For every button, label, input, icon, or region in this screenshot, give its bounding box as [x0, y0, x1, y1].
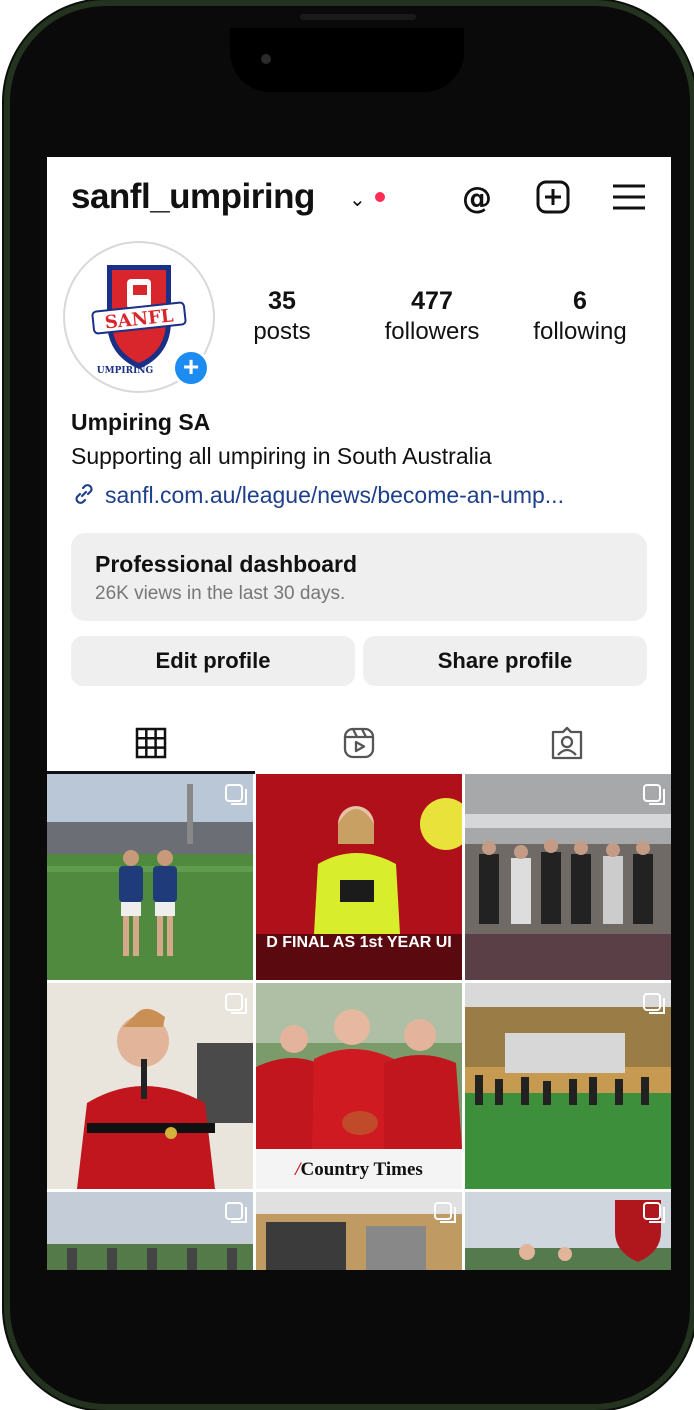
threads-icon[interactable]: @: [457, 177, 497, 217]
post-image-umpires-stadium: [47, 774, 253, 980]
followers-number: 477: [411, 287, 453, 315]
post-tile-8[interactable]: [256, 1192, 462, 1270]
post-image-oval: [47, 1192, 253, 1270]
post-tile-9[interactable]: [465, 1192, 671, 1270]
carousel-icon: [643, 784, 665, 805]
dashboard-subtitle: 26K views in the last 30 days.: [95, 583, 346, 604]
create-post-icon[interactable]: [533, 177, 573, 217]
carousel-icon: [643, 993, 665, 1014]
tab-posts-grid[interactable]: [47, 719, 255, 775]
profile-link-text: sanfl.com.au/league/news/become-an-ump..…: [105, 482, 564, 509]
username-switcher[interactable]: sanfl_umpiring: [71, 177, 315, 217]
grid-icon: [135, 727, 167, 759]
post-tile-4[interactable]: [47, 983, 253, 1189]
share-profile-button[interactable]: Share profile: [363, 636, 647, 686]
chevron-down-icon[interactable]: ⌄: [349, 187, 366, 212]
add-story-button[interactable]: +: [172, 349, 210, 387]
post-image-speech: [47, 983, 253, 1189]
post-image-team-photo: [465, 1192, 671, 1270]
post-tile-7[interactable]: [47, 1192, 253, 1270]
profile-tabs: [47, 719, 671, 775]
hamburger-menu-icon[interactable]: [609, 177, 649, 217]
professional-dashboard[interactable]: Professional dashboard 26K views in the …: [71, 533, 647, 621]
carousel-icon: [225, 993, 247, 1014]
tab-reels[interactable]: [255, 719, 463, 775]
carousel-icon: [225, 1202, 247, 1223]
tab-tagged[interactable]: [463, 719, 671, 775]
link-icon: [71, 481, 97, 513]
following-number: 6: [573, 287, 587, 315]
instagram-profile-screen: sanfl_umpiring ⌄ @ SANFL UMPIRING + 35 p…: [47, 157, 671, 1270]
earpiece-speaker: [300, 14, 416, 20]
post-image-indoor-hall: [465, 983, 671, 1189]
svg-text:@: @: [462, 181, 492, 216]
following-count[interactable]: 6 following: [505, 287, 655, 346]
post-tile-1[interactable]: [47, 774, 253, 980]
post-image-hall: [256, 1192, 462, 1270]
post-image-umpire-group: [465, 774, 671, 980]
profile-link[interactable]: sanfl.com.au/league/news/become-an-ump..…: [71, 481, 564, 513]
profile-header: sanfl_umpiring ⌄ @: [47, 157, 671, 237]
newspaper-masthead: /Country Times: [256, 1149, 462, 1189]
reels-icon: [343, 727, 375, 759]
carousel-icon: [434, 1202, 456, 1223]
posts-label: posts: [253, 318, 311, 345]
carousel-icon: [643, 1202, 665, 1223]
post-caption-2: D FINAL AS 1st YEAR UI: [266, 934, 452, 951]
posts-count[interactable]: 35 posts: [207, 287, 357, 346]
dashboard-title: Professional dashboard: [95, 551, 358, 577]
display-name: Umpiring SA: [71, 409, 211, 435]
followers-label: followers: [384, 318, 480, 345]
following-label: following: [533, 318, 627, 345]
carousel-icon: [225, 784, 247, 805]
posts-grid: D FINAL AS 1st YEAR UI /Country Times: [47, 774, 671, 1270]
post-tile-3[interactable]: [465, 774, 671, 980]
svg-text:UMPIRING: UMPIRING: [97, 366, 153, 376]
post-tile-6[interactable]: [465, 983, 671, 1189]
tagged-icon: [551, 726, 583, 760]
front-camera: [261, 54, 271, 64]
post-tile-5[interactable]: /Country Times: [256, 983, 462, 1189]
notification-dot: [375, 192, 385, 202]
profile-bio: Supporting all umpiring in South Austral…: [71, 443, 492, 469]
followers-count[interactable]: 477 followers: [357, 287, 507, 346]
post-tile-2[interactable]: D FINAL AS 1st YEAR UI: [256, 774, 462, 980]
edit-profile-button[interactable]: Edit profile: [71, 636, 355, 686]
posts-number: 35: [268, 287, 296, 315]
